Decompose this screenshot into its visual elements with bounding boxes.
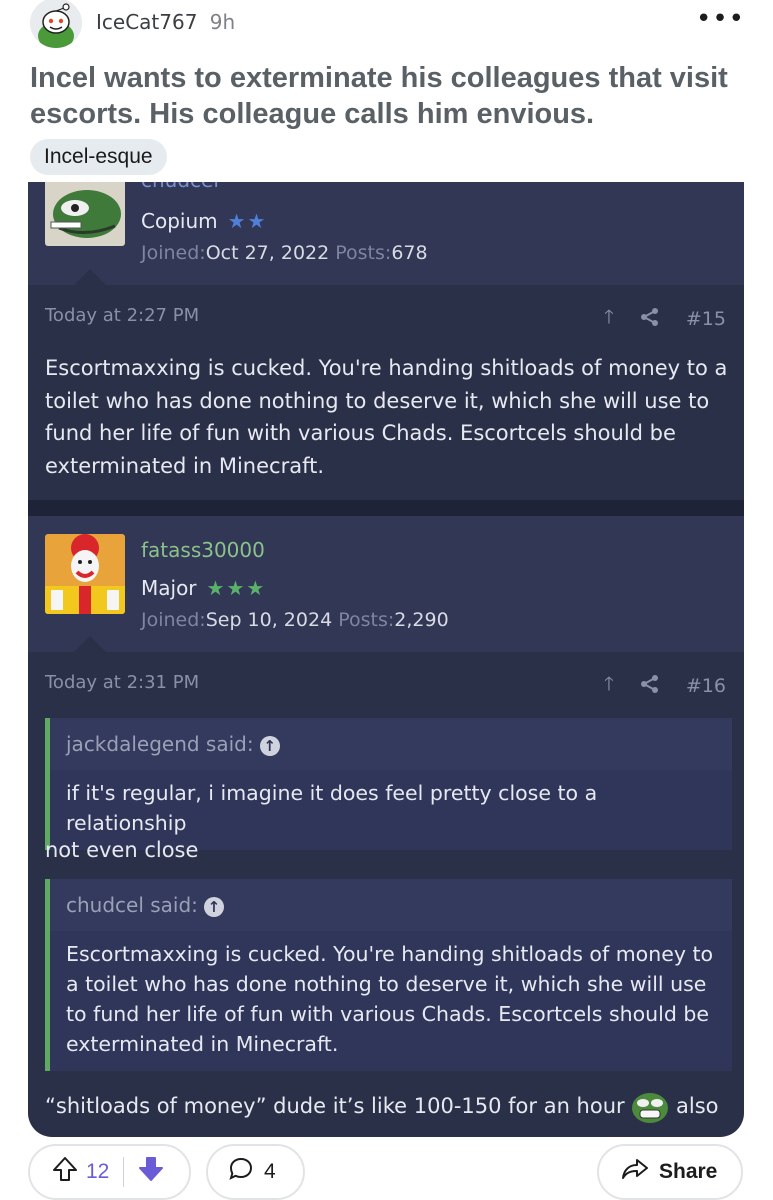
post2-tools: 🡑 #16 <box>604 670 726 702</box>
post2-posts: 2,290 <box>394 609 449 631</box>
upvote-icon[interactable] <box>52 1156 78 1188</box>
forum-screenshot: chudcel Copium★★ Joined:Oct 27, 2022 Pos… <box>28 182 744 1137</box>
post1-posts: 678 <box>391 242 428 264</box>
post2-reply1: not even close <box>45 838 199 862</box>
arrow-up-icon[interactable]: 🡑 <box>604 670 614 702</box>
post1-tools: 🡑 #15 <box>604 303 726 335</box>
share-arrow-icon <box>621 1157 649 1187</box>
post2-author-block: fatass30000 Major ★★★ Joined:Sep 10, 2024… <box>28 516 744 652</box>
comment-count: 4 <box>264 1160 276 1183</box>
post2-bar: Today at 2:31 PM 🡑 #16 <box>28 656 744 710</box>
author-name[interactable]: IceCat767 <box>96 10 197 34</box>
post1-notch <box>74 269 106 285</box>
post-action-bar: 12 4 Share <box>0 1140 773 1200</box>
post2-rank-label: Major <box>141 576 197 600</box>
post1-stars-icon: ★★ <box>227 209 268 233</box>
arrow-up-icon[interactable]: 🡑 <box>604 303 614 335</box>
post1-body: Escortmaxxing is cucked. You're handing … <box>45 356 728 478</box>
quote1-header[interactable]: jackdalegend said: ↑ <box>50 718 732 770</box>
post2-joined: Sep 10, 2024 <box>205 609 333 631</box>
ellipsis-icon[interactable]: ••• <box>696 4 745 34</box>
vote-separator <box>123 1157 125 1187</box>
post1-bar: Today at 2:27 PM 🡑 #15 <box>28 289 744 343</box>
post1-author-block: chudcel Copium ★★ Joined:Oct 27, 2022 Pos… <box>28 182 744 285</box>
quote2-text: Escortmaxxing is cucked. You're handing … <box>66 942 714 1056</box>
post2-stars-icon: ★★★ <box>206 576 267 600</box>
post1-posts-label: Posts: <box>335 242 392 264</box>
post2-username[interactable]: fatass30000 <box>141 538 265 562</box>
quote1-author[interactable]: jackdalegend said: <box>66 732 254 756</box>
arrow-up-circle-icon[interactable]: ↑ <box>203 896 224 917</box>
post2-number[interactable]: #16 <box>686 675 726 697</box>
quote2-author[interactable]: chudcel said: <box>66 893 198 917</box>
post1-timestamp[interactable]: Today at 2:27 PM <box>45 305 199 326</box>
vote-control: 12 <box>28 1144 191 1200</box>
post-flair[interactable]: Incel-esque <box>30 139 167 175</box>
user-avatar[interactable] <box>30 0 82 48</box>
post1-joined: Oct 27, 2022 <box>205 242 330 264</box>
post2-timestamp[interactable]: Today at 2:31 PM <box>45 672 199 693</box>
quote-block-1: jackdalegend said: ↑ if it's regular, i i… <box>45 718 732 850</box>
post1-avatar <box>45 182 125 246</box>
post1-joined-label: Joined: <box>141 242 206 264</box>
post2-reply2: “shitloads of money” dude it’s like 100-… <box>45 1090 719 1124</box>
post2-rank: Major ★★★ <box>141 576 266 600</box>
post2-notch <box>74 636 106 652</box>
post1-number[interactable]: #15 <box>686 308 726 330</box>
post2-posts-label: Posts: <box>338 609 395 631</box>
post1-username[interactable]: chudcel <box>141 182 219 192</box>
share-icon[interactable] <box>640 307 660 332</box>
quote-block-2: chudcel said: ↑ Escortmaxxing is cucked. … <box>45 879 732 1071</box>
share-label: Share <box>659 1160 718 1183</box>
reply2-text: “shitloads of money” dude it’s like 100-… <box>45 1094 625 1118</box>
downvote-icon[interactable] <box>138 1156 164 1188</box>
pepe-emoji-icon <box>631 1090 669 1124</box>
post2-joined-label: Joined: <box>141 609 206 631</box>
upvote-count: 12 <box>86 1160 110 1183</box>
comment-bubble-icon <box>228 1156 254 1188</box>
share-button[interactable]: Share <box>597 1144 743 1200</box>
post2-meta: Joined:Sep 10, 2024 Posts:2,290 <box>141 609 449 631</box>
post-header: IceCat767 9h ••• <box>0 0 773 52</box>
post-divider <box>28 500 744 516</box>
post1-rank: Copium ★★ <box>141 209 267 233</box>
comments-button[interactable]: 4 <box>206 1144 305 1200</box>
post2-avatar <box>45 534 125 614</box>
post1-meta: Joined:Oct 27, 2022 Posts:678 <box>141 242 428 264</box>
quote2-header[interactable]: chudcel said: ↑ <box>50 879 732 931</box>
post1-rank-label: Copium <box>141 209 218 233</box>
post-time: 9h <box>209 10 236 34</box>
post-title[interactable]: Incel wants to exterminate his colleague… <box>30 60 750 132</box>
post-author[interactable]: IceCat767 9h <box>96 10 235 34</box>
reply2-tail: also <box>676 1094 719 1118</box>
share-icon[interactable] <box>640 674 660 699</box>
arrow-up-circle-icon[interactable]: ↑ <box>259 735 280 756</box>
